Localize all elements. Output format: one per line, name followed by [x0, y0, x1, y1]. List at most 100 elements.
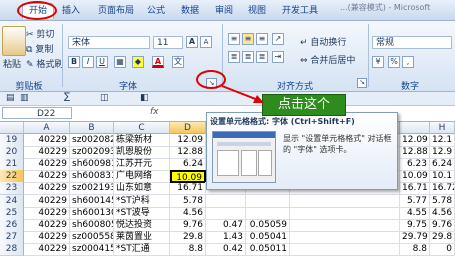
table-cell[interactable]: [206, 194, 246, 208]
selected-cell[interactable]: 10.09: [170, 170, 206, 184]
alignment-dialog-launcher-icon[interactable]: ↘: [357, 78, 367, 88]
row-header[interactable]: 23: [0, 182, 24, 196]
table-cell[interactable]: 江苏开元: [114, 158, 170, 172]
table-cell[interactable]: 10.09: [400, 170, 430, 184]
column-header-a[interactable]: A: [24, 122, 70, 134]
table-cell[interactable]: *ST汇通: [114, 242, 170, 256]
table-cell[interactable]: 40229: [24, 158, 70, 172]
table-cell[interactable]: 12.1: [430, 134, 455, 147]
table-cell[interactable]: 9.75: [400, 218, 430, 232]
table-cell[interactable]: 29.79: [400, 230, 430, 244]
currency-icon[interactable]: ¥: [372, 56, 384, 68]
row-header[interactable]: 24: [0, 194, 24, 208]
tab-developer[interactable]: 开发工具: [280, 4, 320, 19]
border-icon[interactable]: ▦: [114, 56, 126, 68]
select-all-corner[interactable]: [0, 122, 24, 134]
table-cell[interactable]: 广电网络: [114, 170, 170, 184]
column-header-d[interactable]: D: [170, 122, 206, 134]
table-cell[interactable]: 29.8: [170, 230, 206, 244]
table-cell[interactable]: sz002082: [70, 134, 114, 147]
paste-button[interactable]: 粘贴: [3, 57, 21, 70]
orientation-icon[interactable]: ↗: [272, 33, 284, 45]
table-cell[interactable]: 5.78: [430, 194, 455, 208]
grow-font-icon[interactable]: A: [186, 36, 198, 48]
bold-button[interactable]: B: [68, 56, 80, 68]
align-bottom-icon[interactable]: ≡: [256, 33, 268, 45]
table-cell[interactable]: 莱茵置业: [114, 230, 170, 244]
table-cell[interactable]: [290, 206, 400, 220]
tab-review[interactable]: 审阅: [212, 4, 236, 19]
paste-icon[interactable]: [2, 26, 26, 56]
table-cell[interactable]: [290, 218, 400, 232]
table-cell[interactable]: [290, 242, 400, 256]
table-cell[interactable]: 悦达投资: [114, 218, 170, 232]
table-cell[interactable]: 40229: [24, 146, 70, 160]
table-cell[interactable]: [290, 194, 400, 208]
table-cell[interactable]: 9.76: [430, 218, 455, 232]
tab-insert[interactable]: 插入: [57, 4, 85, 19]
italic-button[interactable]: I: [82, 56, 94, 68]
tab-formulas[interactable]: 公式: [144, 4, 168, 19]
table-cell[interactable]: *ST沪科: [114, 194, 170, 208]
comma-button[interactable]: ,: [402, 56, 414, 68]
table-cell[interactable]: 40229: [24, 218, 70, 232]
font-color-icon[interactable]: A: [152, 56, 164, 68]
align-right-icon[interactable]: ≣: [256, 51, 268, 63]
wrap-text-button[interactable]: ↵ 自动换行: [300, 35, 346, 48]
table-cell[interactable]: 0: [430, 242, 455, 256]
number-format-dropdown[interactable]: 常规: [372, 36, 452, 49]
tab-page-layout[interactable]: 页面布局: [95, 4, 137, 19]
table-cell[interactable]: 6.24: [430, 158, 455, 172]
underline-button[interactable]: U: [96, 56, 108, 68]
row-header[interactable]: 27: [0, 230, 24, 244]
table-cell[interactable]: sh600130: [70, 206, 114, 220]
toolbar-icon[interactable]: ◫: [100, 93, 109, 103]
copy-button[interactable]: ⧉ 复制: [26, 42, 53, 55]
column-header-g2[interactable]: [400, 122, 430, 134]
table-cell[interactable]: 12.88: [400, 146, 430, 160]
table-cell[interactable]: 山东如意: [114, 182, 170, 196]
tab-data[interactable]: 数据: [178, 4, 202, 19]
table-cell[interactable]: sh600981: [70, 158, 114, 172]
table-cell[interactable]: sz002093: [70, 146, 114, 160]
table-cell[interactable]: 40229: [24, 242, 70, 256]
table-cell[interactable]: 40229: [24, 194, 70, 208]
row-header[interactable]: 20: [0, 146, 24, 160]
merge-center-button[interactable]: ⇔ 合并后居中: [300, 53, 355, 66]
table-cell[interactable]: 12.9: [430, 146, 455, 160]
format-painter-button[interactable]: ✎ 格式刷: [26, 57, 63, 70]
toolbar-icon[interactable]: ▤: [6, 93, 15, 103]
table-cell[interactable]: 40229: [24, 206, 70, 220]
table-cell[interactable]: 0.42: [206, 242, 246, 256]
table-cell[interactable]: 16.71: [400, 182, 430, 196]
column-header-h[interactable]: H: [430, 122, 455, 134]
row-header[interactable]: 28: [0, 242, 24, 256]
toolbar-icon[interactable]: ◧: [140, 93, 149, 103]
table-cell[interactable]: 0.05011: [246, 242, 290, 256]
table-cell[interactable]: sz000415: [70, 242, 114, 256]
table-cell[interactable]: 4.56: [430, 206, 455, 220]
table-cell[interactable]: 1.43: [206, 230, 246, 244]
row-header[interactable]: 25: [0, 206, 24, 220]
fill-color-icon[interactable]: ◆: [132, 56, 144, 68]
font-name-dropdown[interactable]: 宋体: [68, 36, 150, 49]
table-cell[interactable]: 16.72: [430, 182, 455, 196]
table-cell[interactable]: *ST波导: [114, 206, 170, 220]
align-top-icon[interactable]: ≡: [228, 33, 240, 45]
cut-button[interactable]: ✂ 剪切: [26, 27, 54, 40]
table-cell[interactable]: 6.24: [170, 158, 206, 172]
table-cell[interactable]: 8.8: [400, 242, 430, 256]
align-middle-icon[interactable]: ≡: [242, 33, 254, 45]
table-cell[interactable]: 29.8: [430, 230, 455, 244]
row-header[interactable]: 21: [0, 158, 24, 172]
toolbar-icon[interactable]: ∑: [64, 92, 70, 102]
fx-icon[interactable]: fx: [150, 107, 159, 117]
align-left-icon[interactable]: ≣: [228, 51, 240, 63]
tab-view[interactable]: 视图: [245, 4, 269, 19]
table-cell[interactable]: sh600145: [70, 194, 114, 208]
table-cell[interactable]: sz000558: [70, 230, 114, 244]
table-cell[interactable]: 12.09: [400, 134, 430, 147]
row-header[interactable]: 26: [0, 218, 24, 232]
table-cell[interactable]: 凯恩股份: [114, 146, 170, 160]
table-cell[interactable]: 6.23: [400, 158, 430, 172]
